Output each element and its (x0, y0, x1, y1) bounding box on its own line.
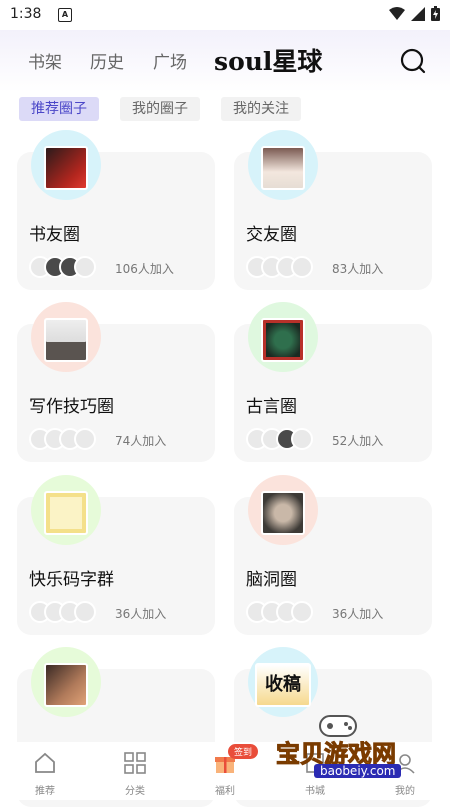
circle-name: 书友圈 (29, 225, 80, 245)
subtab-my-circles[interactable]: 我的圈子 (120, 97, 200, 121)
circle-thumbnail (261, 491, 305, 535)
circle-card[interactable]: 脑洞圈 36人加入 (234, 475, 432, 635)
circle-thumbnail (44, 663, 88, 707)
tab-square[interactable]: 广场 (153, 48, 187, 73)
member-avatars (246, 601, 313, 623)
member-count: 36人加入 (115, 607, 167, 621)
watermark: 宝贝游戏网 baobeiy.com (276, 708, 446, 782)
subtab-my-follows[interactable]: 我的关注 (221, 97, 301, 121)
member-count: 106人加入 (115, 262, 174, 276)
signal-icon (411, 6, 425, 21)
circle-card[interactable]: 交友圈 83人加入 (234, 130, 432, 290)
nav-label: 福利 (215, 786, 235, 797)
circle-name: 脑洞圈 (246, 570, 297, 590)
page-title: soul星球 (214, 47, 323, 76)
nav-label: 推荐 (35, 786, 55, 797)
nav-label: 我的 (395, 786, 415, 797)
circle-name: 古言圈 (246, 397, 297, 417)
subtab-recommended-circles[interactable]: 推荐圈子 (19, 97, 99, 121)
circle-thumbnail (44, 146, 88, 190)
circle-name: 交友圈 (246, 225, 297, 245)
circle-card[interactable]: 书友圈 106人加入 (17, 130, 215, 290)
member-count: 36人加入 (332, 607, 384, 621)
member-count: 52人加入 (332, 434, 384, 448)
circle-thumbnail: 收稿 (255, 663, 311, 707)
status-icons (389, 6, 440, 21)
nav-label: 书城 (305, 786, 325, 797)
circle-thumbnail (261, 146, 305, 190)
member-avatars (29, 601, 96, 623)
tab-bookshelf[interactable]: 书架 (28, 48, 62, 73)
circle-thumbnail (44, 491, 88, 535)
status-bar: 1:38 A (0, 0, 450, 30)
status-time: 1:38 (10, 6, 42, 22)
member-count: 74人加入 (115, 434, 167, 448)
circle-name: 快乐码字群 (29, 570, 114, 590)
member-avatars (29, 256, 96, 278)
member-avatars (246, 428, 313, 450)
circle-thumbnail (261, 318, 305, 362)
checkin-badge: 签到 (228, 744, 259, 759)
member-count: 83人加入 (332, 262, 384, 276)
member-avatars (29, 428, 96, 450)
home-icon (35, 752, 55, 773)
grid-icon (124, 752, 146, 774)
tab-history[interactable]: 历史 (90, 48, 124, 73)
circle-thumbnail (44, 318, 88, 362)
wifi-icon (389, 6, 405, 20)
circle-name: 写作技巧圈 (29, 397, 114, 417)
battery-icon (431, 6, 440, 21)
member-avatars (246, 256, 313, 278)
circle-card[interactable]: 写作技巧圈 74人加入 (17, 302, 215, 462)
circle-card[interactable]: 快乐码字群 36人加入 (17, 475, 215, 635)
circle-card[interactable]: 古言圈 52人加入 (234, 302, 432, 462)
nav-recommend[interactable]: 推荐 (15, 750, 75, 797)
nav-category[interactable]: 分类 (105, 750, 165, 797)
notification-a-icon: A (58, 8, 72, 22)
nav-label: 分类 (125, 786, 145, 797)
watermark-url: baobeiy.com (314, 764, 402, 778)
search-icon[interactable] (398, 46, 428, 76)
